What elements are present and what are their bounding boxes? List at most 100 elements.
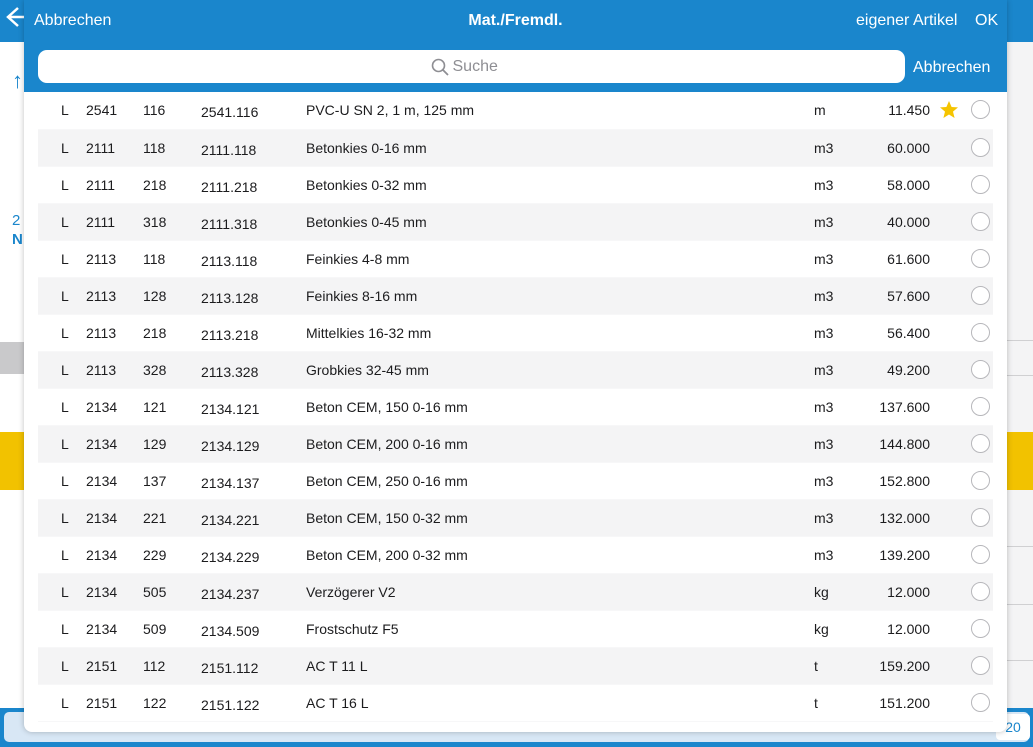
item-description: Beton CEM, 150 0-16 mm bbox=[306, 399, 468, 415]
item-number: 2113.328 bbox=[201, 364, 259, 380]
item-number: 2134.509 bbox=[201, 623, 260, 639]
select-radio[interactable] bbox=[971, 434, 990, 453]
list-item[interactable]: L 2134 137 2134.137 Beton CEM, 250 0-16 mm m3… bbox=[38, 463, 993, 500]
item-description: Beton CEM, 200 0-16 mm bbox=[306, 436, 468, 452]
list-item[interactable]: L 2111 118 2111.118 Betonkies 0-16 mm m3 60.00… bbox=[38, 130, 993, 167]
item-type: L bbox=[61, 584, 69, 600]
item-subgroup: 116 bbox=[143, 102, 166, 118]
item-group: 2134 bbox=[86, 547, 118, 563]
item-price: 61.600 bbox=[887, 251, 930, 267]
item-unit: m3 bbox=[814, 177, 834, 193]
select-radio[interactable] bbox=[971, 471, 990, 490]
item-price: 132.000 bbox=[879, 510, 930, 526]
select-radio[interactable] bbox=[971, 545, 990, 564]
cancel-button[interactable]: Abbrechen bbox=[34, 12, 111, 30]
select-radio[interactable] bbox=[971, 582, 990, 601]
item-description: Betonkies 0-45 mm bbox=[306, 214, 427, 230]
item-group: 2134 bbox=[86, 621, 118, 637]
list-item[interactable]: L 2134 505 2134.237 Verzögerer V2 kg 12.000 bbox=[38, 574, 993, 611]
list-item[interactable]: L 2134 129 2134.129 Beton CEM, 200 0-16 mm m3… bbox=[38, 426, 993, 463]
list-item[interactable]: L 2113 118 2113.118 Feinkies 4-8 mm m3 61.600 bbox=[38, 241, 993, 278]
select-radio[interactable] bbox=[971, 212, 990, 231]
list-item[interactable]: L 2111 218 2111.218 Betonkies 0-32 mm m3 58.00… bbox=[38, 167, 993, 204]
background-arrow-icon: ↑ bbox=[12, 68, 23, 93]
ok-button[interactable]: OK bbox=[975, 12, 998, 30]
item-price: 40.000 bbox=[887, 214, 930, 230]
select-radio[interactable] bbox=[971, 693, 990, 712]
select-radio[interactable] bbox=[971, 286, 990, 305]
item-subgroup: 218 bbox=[143, 325, 167, 341]
select-radio[interactable] bbox=[971, 397, 990, 416]
select-radio[interactable] bbox=[971, 249, 990, 268]
select-radio[interactable] bbox=[971, 508, 990, 527]
select-radio[interactable] bbox=[971, 100, 990, 119]
item-type: L bbox=[61, 621, 69, 637]
item-group: 2111 bbox=[86, 214, 116, 230]
item-subgroup: 328 bbox=[143, 362, 167, 378]
item-description: Frostschutz F5 bbox=[306, 621, 399, 637]
item-description: Beton CEM, 200 0-32 mm bbox=[306, 547, 468, 563]
item-unit: t bbox=[814, 658, 818, 674]
item-unit: m3 bbox=[814, 214, 834, 230]
item-subgroup: 229 bbox=[143, 547, 167, 563]
item-subgroup: 137 bbox=[143, 473, 167, 489]
item-subgroup: 221 bbox=[143, 510, 167, 526]
own-article-button[interactable]: eigener Artikel bbox=[856, 12, 957, 30]
list-item[interactable]: L 2113 128 2113.128 Feinkies 8-16 mm m3 57.600 bbox=[38, 278, 993, 315]
select-radio[interactable] bbox=[971, 323, 990, 342]
item-group: 2134 bbox=[86, 510, 118, 526]
item-price: 151.200 bbox=[879, 695, 930, 711]
item-group: 2113 bbox=[86, 325, 117, 341]
item-price: 144.800 bbox=[879, 436, 930, 452]
item-type: L bbox=[61, 547, 69, 563]
list-item[interactable]: L 2134 229 2134.229 Beton CEM, 200 0-32 mm m3… bbox=[38, 537, 993, 574]
item-group: 2113 bbox=[86, 251, 117, 267]
item-unit: m3 bbox=[814, 399, 834, 415]
list-item[interactable]: L 2111 318 2111.318 Betonkies 0-45 mm m3 40.00… bbox=[38, 204, 993, 241]
list-item[interactable]: L 2134 509 2134.509 Frostschutz F5 kg 12.000 bbox=[38, 611, 993, 648]
select-radio[interactable] bbox=[971, 175, 990, 194]
item-price: 11.450 bbox=[888, 102, 930, 118]
item-type: L bbox=[61, 214, 69, 230]
search-cancel-button[interactable]: Abbrechen bbox=[913, 59, 990, 77]
back-arrow-icon[interactable] bbox=[4, 4, 26, 30]
item-subgroup: 129 bbox=[143, 436, 167, 452]
item-type: L bbox=[61, 288, 69, 304]
list-item[interactable]: L 2151 122 2151.122 AC T 16 L t 151.200 bbox=[38, 685, 993, 722]
item-number: 2151.112 bbox=[201, 660, 259, 676]
item-number: 2111.318 bbox=[201, 216, 258, 232]
item-price: 56.400 bbox=[887, 325, 930, 341]
item-unit: m3 bbox=[814, 436, 834, 452]
item-description: Beton CEM, 250 0-16 mm bbox=[306, 473, 468, 489]
list-item[interactable]: L 2134 221 2134.221 Beton CEM, 150 0-32 mm m3… bbox=[38, 500, 993, 537]
item-group: 2134 bbox=[86, 436, 118, 452]
list-item[interactable]: L 2134 121 2134.121 Beton CEM, 150 0-16 mm m3… bbox=[38, 389, 993, 426]
item-type: L bbox=[61, 658, 69, 674]
select-radio[interactable] bbox=[971, 360, 990, 379]
search-input[interactable] bbox=[452, 57, 513, 76]
item-price: 159.200 bbox=[879, 658, 930, 674]
list-item[interactable]: L 2151 112 2151.112 AC T 11 L t 159.200 bbox=[38, 648, 993, 685]
item-subgroup: 505 bbox=[143, 584, 167, 600]
material-list: L 2541 116 2541.116 PVC-U SN 2, 1 m, 125 mm m… bbox=[38, 92, 993, 722]
item-type: L bbox=[61, 102, 69, 118]
item-number: 2134.137 bbox=[201, 475, 260, 491]
item-subgroup: 128 bbox=[143, 288, 167, 304]
item-price: 12.000 bbox=[887, 621, 930, 637]
list-item[interactable]: L 2113 328 2113.328 Grobkies 32-45 mm m3 49.20… bbox=[38, 352, 993, 389]
list-item[interactable]: L 2541 116 2541.116 PVC-U SN 2, 1 m, 125 mm m… bbox=[38, 92, 993, 130]
item-unit: kg bbox=[814, 621, 829, 637]
select-radio[interactable] bbox=[971, 656, 990, 675]
item-description: AC T 16 L bbox=[306, 695, 369, 711]
item-number: 2134.229 bbox=[201, 549, 260, 565]
list-item[interactable]: L 2113 218 2113.218 Mittelkies 16-32 mm m3 56.… bbox=[38, 315, 993, 352]
item-subgroup: 121 bbox=[143, 399, 167, 415]
background-left-panel bbox=[0, 42, 24, 732]
select-radio[interactable] bbox=[971, 619, 990, 638]
search-field[interactable] bbox=[38, 50, 905, 83]
item-group: 2151 bbox=[86, 658, 118, 674]
favorite-star-icon[interactable] bbox=[939, 100, 959, 120]
select-radio[interactable] bbox=[971, 138, 990, 157]
item-description: Betonkies 0-32 mm bbox=[306, 177, 427, 193]
item-description: Beton CEM, 150 0-32 mm bbox=[306, 510, 468, 526]
